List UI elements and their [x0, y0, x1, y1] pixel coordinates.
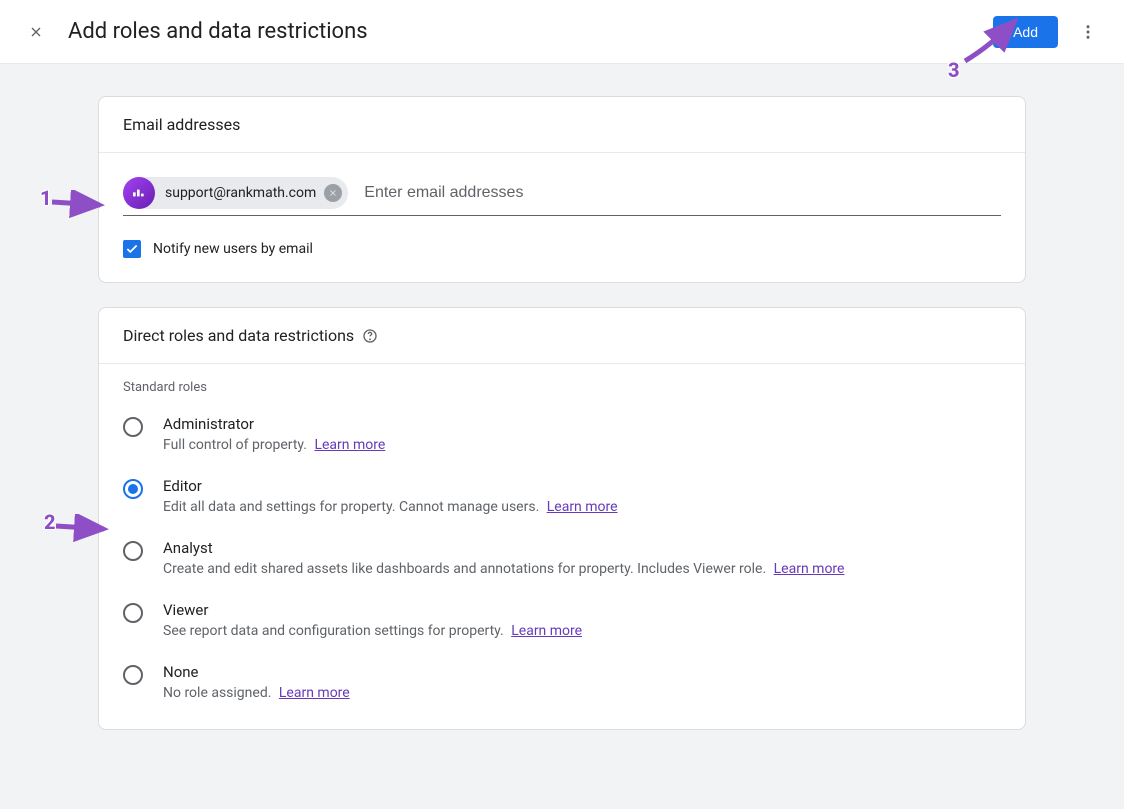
- role-content: Administrator Full control of property. …: [163, 415, 1001, 453]
- standard-roles-label: Standard roles: [99, 364, 1025, 403]
- email-card-body: support@rankmath.com Notify new users by…: [99, 153, 1025, 282]
- roles-card-title: Direct roles and data restrictions: [123, 326, 354, 345]
- role-desc: See report data and configuration settin…: [163, 623, 1001, 639]
- role-desc: No role assigned. Learn more: [163, 685, 1001, 701]
- learn-more-link[interactable]: Learn more: [279, 685, 350, 701]
- main-content: Email addresses support@rankmath.com: [82, 96, 1042, 730]
- role-content: Analyst Create and edit shared assets li…: [163, 539, 1001, 577]
- email-chip-row: support@rankmath.com: [123, 177, 1001, 216]
- learn-more-link[interactable]: Learn more: [547, 499, 618, 515]
- role-viewer[interactable]: Viewer See report data and configuration…: [123, 589, 1001, 651]
- learn-more-link[interactable]: Learn more: [774, 561, 845, 577]
- chip-remove-button[interactable]: [324, 184, 342, 202]
- brand-icon: [131, 185, 147, 201]
- role-editor[interactable]: Editor Edit all data and settings for pr…: [123, 465, 1001, 527]
- role-name: Editor: [163, 477, 1001, 495]
- radio-viewer[interactable]: [123, 603, 143, 623]
- role-desc: Edit all data and settings for property.…: [163, 499, 1001, 515]
- radio-administrator[interactable]: [123, 417, 143, 437]
- email-card-header: Email addresses: [99, 97, 1025, 153]
- roles-card-header: Direct roles and data restrictions: [99, 308, 1025, 364]
- email-card: Email addresses support@rankmath.com: [98, 96, 1026, 283]
- email-input[interactable]: [356, 178, 1001, 208]
- page-title: Add roles and data restrictions: [68, 19, 368, 44]
- more-options-button[interactable]: [1068, 12, 1108, 52]
- notify-label: Notify new users by email: [153, 241, 313, 257]
- more-vert-icon: [1079, 23, 1097, 41]
- role-content: Editor Edit all data and settings for pr…: [163, 477, 1001, 515]
- role-desc: Create and edit shared assets like dashb…: [163, 561, 1001, 577]
- radio-none[interactable]: [123, 665, 143, 685]
- radio-editor[interactable]: [123, 479, 143, 499]
- role-name: Viewer: [163, 601, 1001, 619]
- learn-more-link[interactable]: Learn more: [314, 437, 385, 453]
- chip-email-text: support@rankmath.com: [155, 185, 324, 201]
- help-icon[interactable]: [362, 328, 378, 344]
- role-desc: Full control of property. Learn more: [163, 437, 1001, 453]
- notify-checkbox-row: Notify new users by email: [123, 240, 1001, 258]
- role-administrator[interactable]: Administrator Full control of property. …: [123, 403, 1001, 465]
- role-list: Administrator Full control of property. …: [99, 403, 1025, 729]
- annotation-2: 2: [44, 510, 56, 534]
- role-name: None: [163, 663, 1001, 681]
- page-header: Add roles and data restrictions Add: [0, 0, 1124, 64]
- email-chip[interactable]: support@rankmath.com: [123, 177, 348, 209]
- remove-icon: [328, 188, 338, 198]
- role-name: Administrator: [163, 415, 1001, 433]
- radio-analyst[interactable]: [123, 541, 143, 561]
- header-actions: Add: [993, 12, 1108, 52]
- role-content: None No role assigned. Learn more: [163, 663, 1001, 701]
- chip-avatar: [123, 177, 155, 209]
- close-button[interactable]: [16, 12, 56, 52]
- close-icon: [28, 24, 44, 40]
- check-icon: [125, 242, 139, 256]
- add-button[interactable]: Add: [993, 16, 1058, 48]
- role-analyst[interactable]: Analyst Create and edit shared assets li…: [123, 527, 1001, 589]
- role-none[interactable]: None No role assigned. Learn more: [123, 651, 1001, 713]
- roles-card: Direct roles and data restrictions Stand…: [98, 307, 1026, 730]
- learn-more-link[interactable]: Learn more: [511, 623, 582, 639]
- annotation-1: 1: [40, 186, 52, 210]
- role-name: Analyst: [163, 539, 1001, 557]
- notify-checkbox[interactable]: [123, 240, 141, 258]
- role-content: Viewer See report data and configuration…: [163, 601, 1001, 639]
